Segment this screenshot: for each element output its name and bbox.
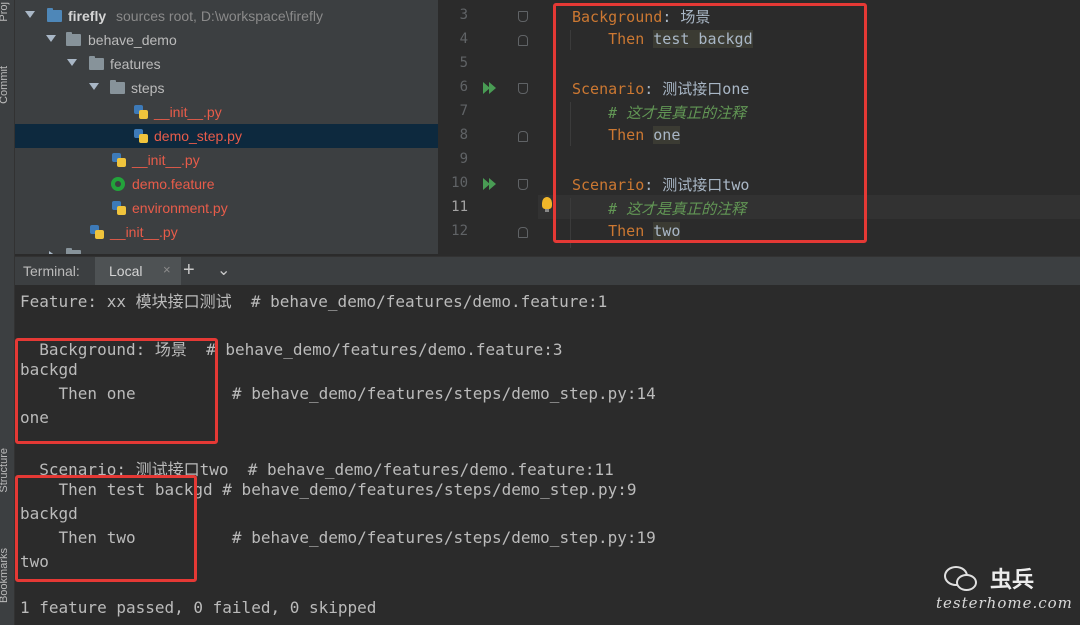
collapse-arrow-icon[interactable] bbox=[49, 251, 56, 254]
terminal-header: Terminal: Local × + ⌄ bbox=[15, 256, 1080, 285]
line-number: 5 bbox=[459, 55, 468, 71]
python-file-icon bbox=[111, 200, 127, 216]
terminal-tab-local[interactable]: Local × bbox=[95, 257, 181, 285]
chevron-down-icon[interactable]: ⌄ bbox=[217, 260, 230, 280]
python-file-icon bbox=[111, 152, 127, 168]
tree-item-features-init[interactable]: __init__.py bbox=[15, 148, 438, 172]
tree-item-behave-demo[interactable]: behave_demo bbox=[15, 28, 438, 52]
python-file-icon bbox=[133, 104, 149, 120]
expand-arrow-icon[interactable] bbox=[25, 11, 35, 18]
fold-marker-icon[interactable] bbox=[518, 35, 528, 46]
fold-marker-icon[interactable] bbox=[518, 179, 528, 190]
python-file-icon bbox=[89, 224, 105, 240]
line-number-current: 11 bbox=[451, 199, 468, 215]
watermark-name: 虫兵 bbox=[990, 568, 1035, 593]
tree-item-partial[interactable] bbox=[15, 244, 438, 254]
line-number: 6 bbox=[459, 79, 468, 95]
tree-item-label: __init__.py bbox=[132, 152, 200, 168]
expand-arrow-icon[interactable] bbox=[67, 59, 77, 66]
fold-marker-icon[interactable] bbox=[518, 227, 528, 238]
line-number: 9 bbox=[459, 151, 468, 167]
folder-icon bbox=[66, 32, 81, 46]
tree-item-label: features bbox=[110, 56, 161, 72]
folder-icon bbox=[89, 56, 104, 70]
expand-arrow-icon[interactable] bbox=[46, 35, 56, 42]
tree-item-label: steps bbox=[131, 80, 165, 96]
tree-item-label: __init__.py bbox=[154, 104, 222, 120]
line-number: 3 bbox=[459, 7, 468, 23]
line-number: 10 bbox=[451, 175, 468, 191]
run-scenario-icon[interactable] bbox=[489, 82, 496, 94]
fold-marker-icon[interactable] bbox=[518, 131, 528, 142]
tree-item-label: environment.py bbox=[132, 200, 228, 216]
tree-item-features[interactable]: features bbox=[15, 52, 438, 76]
commit-tool-tab[interactable]: Commit bbox=[0, 66, 10, 104]
python-file-icon bbox=[133, 128, 149, 144]
fold-marker-icon[interactable] bbox=[518, 83, 528, 94]
fold-marker-icon[interactable] bbox=[518, 11, 528, 22]
line-number: 8 bbox=[459, 127, 468, 143]
bookmarks-tool-tab[interactable]: Bookmarks bbox=[0, 548, 10, 603]
tree-item-label: demo.feature bbox=[132, 176, 215, 192]
root-folder-hint: sources root, D:\workspace\firefly bbox=[116, 8, 323, 24]
tree-item-steps-init[interactable]: __init__.py bbox=[15, 100, 438, 124]
structure-tool-tab[interactable]: Structure bbox=[0, 448, 10, 493]
tree-root-firefly[interactable]: firefly sources root, D:\workspace\firef… bbox=[15, 4, 438, 28]
tree-item-demo-feature[interactable]: demo.feature bbox=[15, 172, 438, 196]
line-number: 7 bbox=[459, 103, 468, 119]
new-terminal-tab-button[interactable]: + bbox=[183, 259, 195, 282]
terminal-line: Feature: xx 模块接口测试 # behave_demo/feature… bbox=[20, 292, 608, 311]
root-folder-name: firefly bbox=[68, 8, 107, 24]
line-number: 4 bbox=[459, 31, 468, 47]
tree-item-label: demo_step.py bbox=[154, 128, 242, 144]
tree-item-label: __init__.py bbox=[110, 224, 178, 240]
watermark-site: testerhome.com bbox=[936, 594, 1073, 612]
source-folder-icon bbox=[47, 8, 62, 22]
annotation-box-scenario bbox=[15, 475, 197, 582]
line-number: 12 bbox=[451, 223, 468, 239]
folder-icon bbox=[66, 248, 81, 254]
run-scenario-icon[interactable] bbox=[489, 178, 496, 190]
cucumber-file-icon bbox=[111, 177, 125, 191]
project-tree-panel: firefly sources root, D:\workspace\firef… bbox=[15, 0, 439, 254]
tool-window-strip: Proj Commit Structure Bookmarks bbox=[0, 0, 15, 625]
watermark: 虫兵 testerhome.com bbox=[936, 562, 1076, 622]
tree-item-behave-init[interactable]: __init__.py bbox=[15, 220, 438, 244]
lightbulb-icon[interactable] bbox=[542, 197, 552, 212]
tree-item-steps[interactable]: steps bbox=[15, 76, 438, 100]
terminal-title: Terminal: bbox=[23, 263, 80, 279]
folder-icon bbox=[110, 80, 125, 94]
project-tool-tab[interactable]: Proj bbox=[0, 2, 10, 22]
terminal-tab-label: Local bbox=[109, 263, 143, 279]
tree-item-label: behave_demo bbox=[88, 32, 177, 48]
wechat-logo-icon bbox=[944, 564, 977, 591]
tree-item-environment[interactable]: environment.py bbox=[15, 196, 438, 220]
annotation-box-background bbox=[15, 338, 218, 444]
expand-arrow-icon[interactable] bbox=[89, 83, 99, 90]
annotation-box-editor bbox=[553, 3, 867, 243]
tree-item-demo-step[interactable]: demo_step.py bbox=[15, 124, 438, 148]
terminal-line: 1 feature passed, 0 failed, 0 skipped bbox=[20, 598, 377, 617]
close-icon[interactable]: × bbox=[163, 262, 171, 277]
